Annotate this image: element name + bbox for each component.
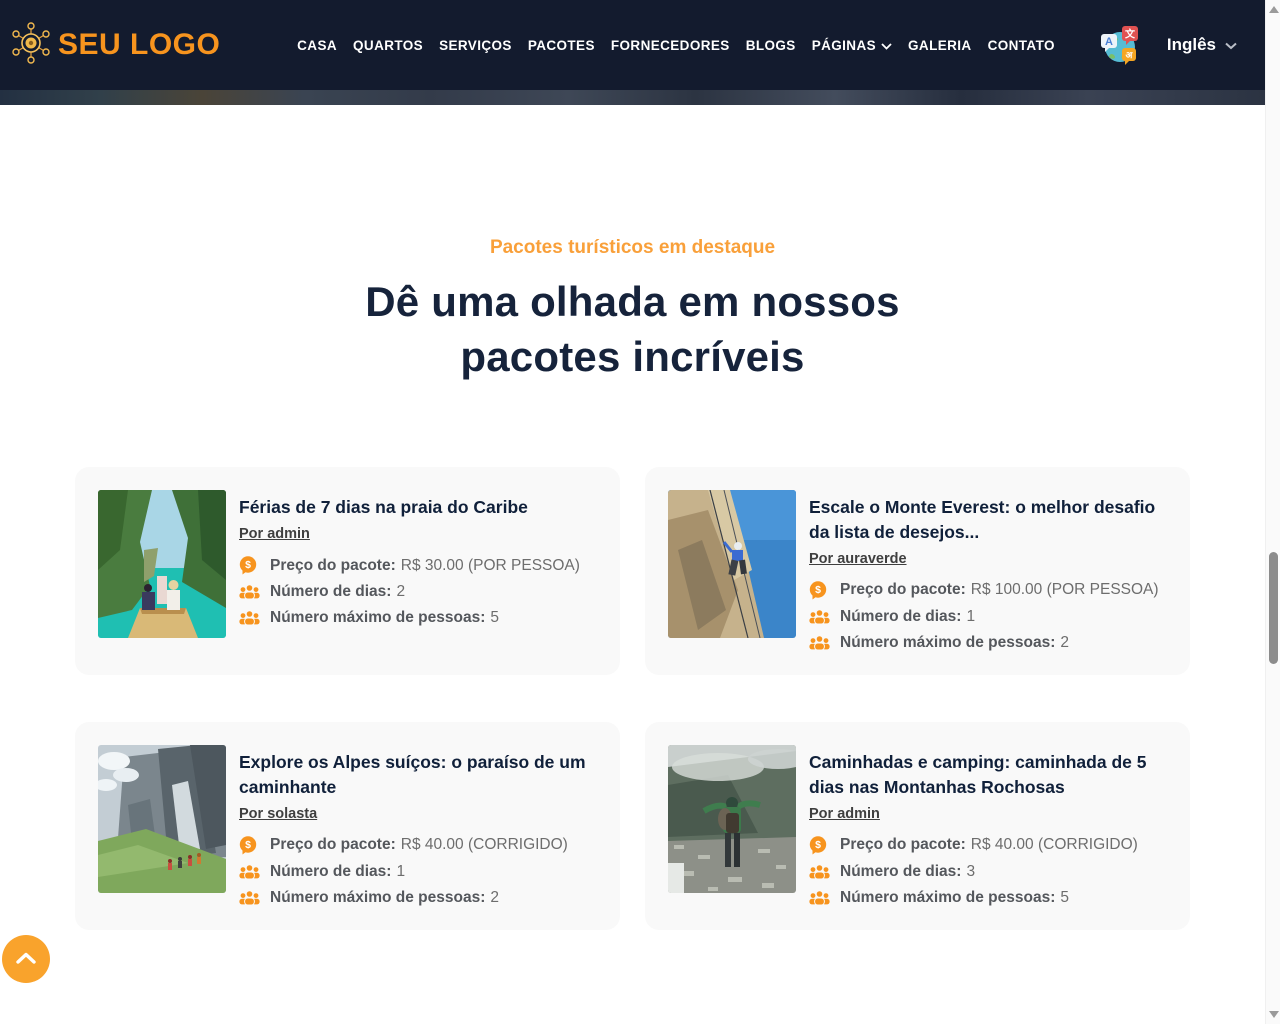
package-image[interactable]	[668, 490, 796, 638]
users-icon	[809, 864, 830, 880]
package-max-people-row: Número máximo de pessoas: 2	[239, 889, 597, 907]
package-price-row: $ Preço do pacote: R$ 100.00 (POR PESSOA…	[809, 581, 1167, 600]
site-header: SEU LOGO CASA QUARTOS SERVIÇOS PACOTES F…	[0, 0, 1265, 90]
scroll-to-top-button[interactable]	[2, 935, 50, 983]
package-title[interactable]: Férias de 7 dias na praia do Caribe	[239, 495, 580, 520]
package-title[interactable]: Caminhadas e camping: caminhada de 5 dia…	[809, 750, 1167, 800]
package-card: Férias de 7 dias na praia do Caribe Por …	[75, 467, 620, 675]
comment-dollar-icon: $	[239, 836, 260, 855]
packages-grid: Férias de 7 dias na praia do Caribe Por …	[75, 467, 1190, 929]
vertical-scrollbar[interactable]	[1265, 0, 1280, 1024]
scrollbar-up-arrow[interactable]	[1269, 6, 1279, 13]
package-image[interactable]	[98, 745, 226, 893]
nav-item-pacotes[interactable]: PACOTES	[528, 38, 595, 53]
logo-icon	[10, 20, 52, 71]
section-eyebrow: Pacotes turísticos em destaque	[0, 237, 1265, 259]
comment-dollar-icon: $	[809, 581, 830, 600]
package-info: Férias de 7 dias na praia do Caribe Por …	[239, 490, 580, 652]
package-max-people-row: Número máximo de pessoas: 5	[239, 609, 580, 627]
comment-dollar-icon: $	[239, 556, 260, 575]
nav-item-servicos[interactable]: SERVIÇOS	[439, 38, 512, 53]
users-icon	[239, 890, 260, 906]
users-icon	[239, 610, 260, 626]
svg-text:$: $	[815, 839, 821, 851]
nav-item-paginas[interactable]: PÁGINAS	[812, 38, 892, 53]
hero-image-strip	[0, 90, 1265, 105]
page: SEU LOGO CASA QUARTOS SERVIÇOS PACOTES F…	[0, 0, 1265, 1024]
scrollbar-thumb[interactable]	[1269, 552, 1278, 664]
section-title: Dê uma olhada em nossos pacotes incrívei…	[303, 275, 963, 384]
package-info: Escale o Monte Everest: o melhor desafio…	[809, 490, 1167, 652]
package-max-people-row: Número máximo de pessoas: 2	[809, 634, 1167, 652]
chevron-down-icon	[1225, 35, 1237, 55]
main-nav: CASA QUARTOS SERVIÇOS PACOTES FORNECEDOR…	[297, 38, 1055, 53]
package-days-row: Número de dias: 1	[809, 608, 1167, 626]
package-card: Caminhadas e camping: caminhada de 5 dia…	[645, 722, 1190, 930]
nav-item-quartos[interactable]: QUARTOS	[353, 38, 423, 53]
package-author-link[interactable]: Por admin	[809, 806, 880, 822]
svg-text:$: $	[245, 839, 251, 851]
translate-globe-icon[interactable]: A 文 अ	[1099, 24, 1141, 66]
site-logo[interactable]: SEU LOGO	[10, 20, 220, 71]
chevron-up-icon	[16, 952, 36, 967]
nav-item-casa[interactable]: CASA	[297, 38, 337, 53]
package-price-row: $ Preço do pacote: R$ 40.00 (CORRIGIDO)	[809, 836, 1167, 855]
package-image[interactable]	[98, 490, 226, 638]
users-icon	[239, 864, 260, 880]
language-label: Inglês	[1167, 35, 1216, 55]
svg-text:A: A	[1105, 36, 1113, 48]
package-days-row: Número de dias: 1	[239, 863, 597, 881]
svg-text:$: $	[245, 559, 251, 571]
package-author-link[interactable]: Por admin	[239, 526, 310, 542]
package-days-row: Número de dias: 3	[809, 863, 1167, 881]
nav-item-contato[interactable]: CONTATO	[988, 38, 1055, 53]
svg-text:文: 文	[1125, 28, 1136, 41]
language-group: A 文 अ Inglês	[1099, 24, 1237, 66]
users-icon	[809, 635, 830, 651]
package-title[interactable]: Explore os Alpes suíços: o paraíso de um…	[239, 750, 597, 800]
package-info: Caminhadas e camping: caminhada de 5 dia…	[809, 745, 1167, 907]
package-author-link[interactable]: Por auraverde	[809, 551, 907, 567]
users-icon	[239, 584, 260, 600]
package-card: Explore os Alpes suíços: o paraíso de um…	[75, 722, 620, 930]
package-price-row: $ Preço do pacote: R$ 30.00 (POR PESSOA)	[239, 556, 580, 575]
logo-text: SEU LOGO	[58, 28, 220, 62]
chevron-down-icon	[881, 38, 892, 53]
comment-dollar-icon: $	[809, 836, 830, 855]
nav-item-blogs[interactable]: BLOGS	[746, 38, 796, 53]
package-max-people-row: Número máximo de pessoas: 5	[809, 889, 1167, 907]
package-title[interactable]: Escale o Monte Everest: o melhor desafio…	[809, 495, 1167, 545]
nav-item-galeria[interactable]: GALERIA	[908, 38, 972, 53]
featured-packages-section: Pacotes turísticos em destaque Dê uma ol…	[0, 237, 1265, 930]
users-icon	[809, 890, 830, 906]
svg-text:अ: अ	[1125, 50, 1133, 60]
package-card: Escale o Monte Everest: o melhor desafio…	[645, 467, 1190, 675]
nav-item-fornecedores[interactable]: FORNECEDORES	[611, 38, 730, 53]
package-image[interactable]	[668, 745, 796, 893]
package-days-row: Número de dias: 2	[239, 583, 580, 601]
users-icon	[809, 609, 830, 625]
package-info: Explore os Alpes suíços: o paraíso de um…	[239, 745, 597, 907]
package-price-row: $ Preço do pacote: R$ 40.00 (CORRIGIDO)	[239, 836, 597, 855]
svg-text:$: $	[815, 584, 821, 596]
package-author-link[interactable]: Por solasta	[239, 806, 317, 822]
scrollbar-down-arrow[interactable]	[1269, 1011, 1279, 1018]
language-selector[interactable]: Inglês	[1167, 35, 1237, 55]
